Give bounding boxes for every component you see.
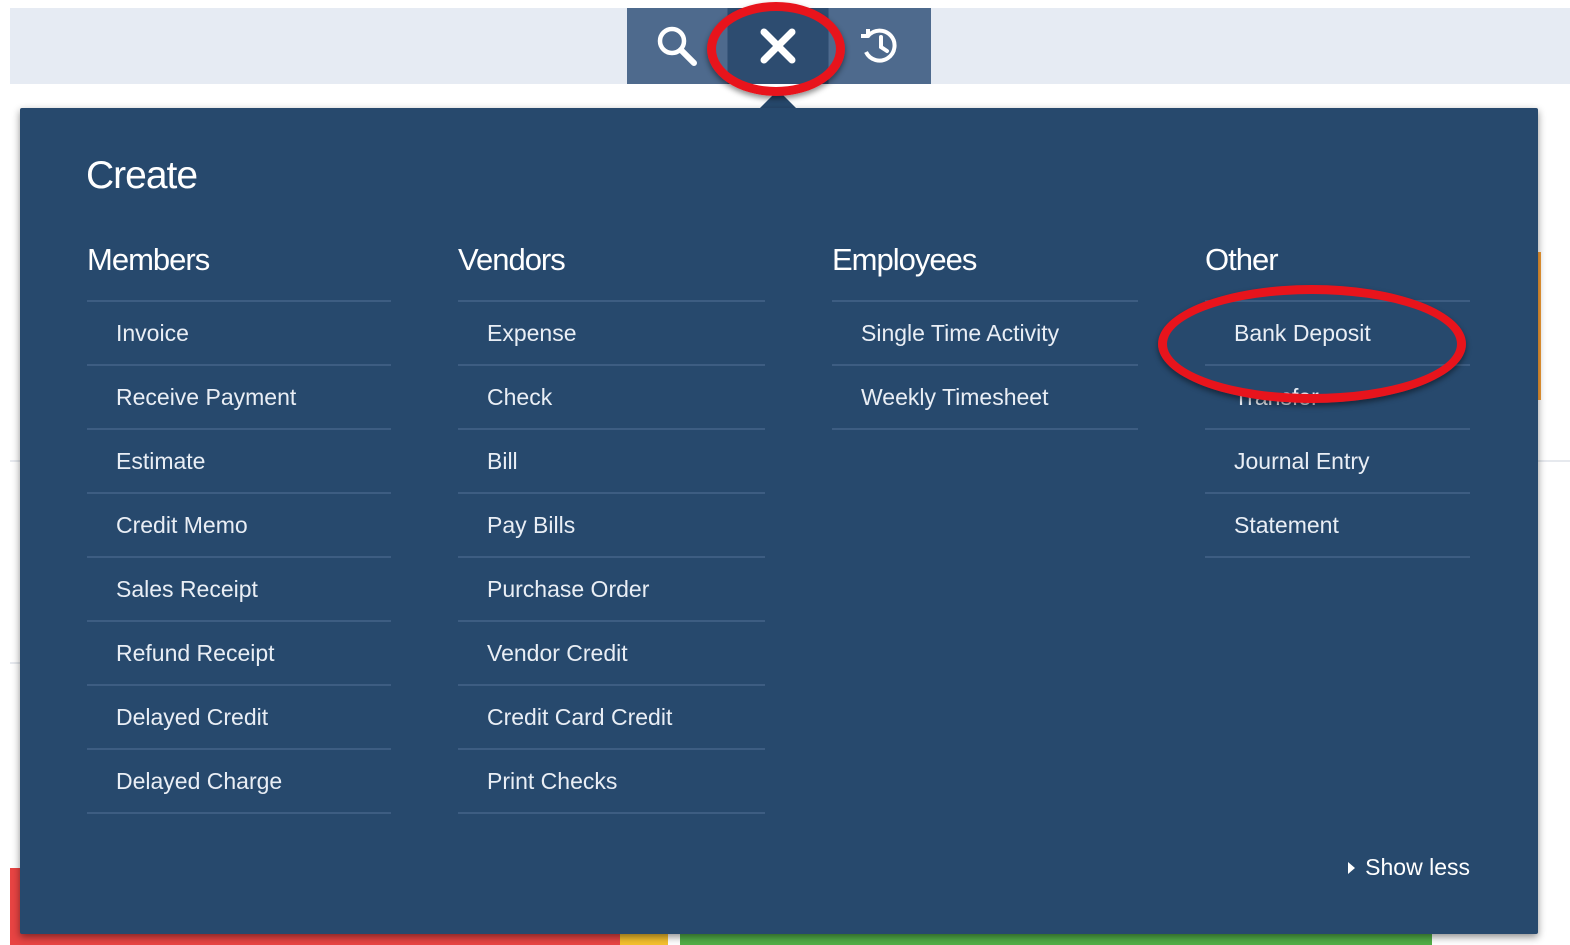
menu-item-transfer[interactable]: Transfer	[1205, 366, 1470, 430]
recent-transactions-icon	[861, 28, 897, 63]
column-heading-vendors: Vendors	[458, 240, 765, 302]
menu-item-print-checks[interactable]: Print Checks	[458, 750, 765, 814]
menu-item-credit-memo[interactable]: Credit Memo	[87, 494, 391, 558]
menu-item-refund-receipt[interactable]: Refund Receipt	[87, 622, 391, 686]
close-create-menu-button[interactable]	[727, 8, 829, 84]
search-icon	[657, 26, 697, 66]
menu-item-delayed-charge[interactable]: Delayed Charge	[87, 750, 391, 814]
caret-right-icon	[1348, 861, 1356, 874]
panel-pointer	[760, 90, 796, 108]
menu-item-single-time-activity[interactable]: Single Time Activity	[832, 302, 1138, 366]
menu-item-bill[interactable]: Bill	[458, 430, 765, 494]
show-less-label: Show less	[1365, 854, 1470, 880]
menu-item-estimate[interactable]: Estimate	[87, 430, 391, 494]
menu-item-sales-receipt[interactable]: Sales Receipt	[87, 558, 391, 622]
create-menu-panel: Create Members Invoice Receive Payment E…	[20, 108, 1538, 934]
show-less-link[interactable]: Show less	[1348, 854, 1470, 881]
menu-item-bank-deposit[interactable]: Bank Deposit	[1205, 302, 1470, 366]
column-heading-employees: Employees	[832, 240, 1138, 302]
close-icon	[760, 28, 796, 64]
menu-item-delayed-credit[interactable]: Delayed Credit	[87, 686, 391, 750]
menu-item-purchase-order[interactable]: Purchase Order	[458, 558, 765, 622]
menu-item-invoice[interactable]: Invoice	[87, 302, 391, 366]
menu-item-expense[interactable]: Expense	[458, 302, 765, 366]
column-vendors: Vendors Expense Check Bill Pay Bills Pur…	[458, 240, 765, 814]
menu-item-pay-bills[interactable]: Pay Bills	[458, 494, 765, 558]
menu-item-journal-entry[interactable]: Journal Entry	[1205, 430, 1470, 494]
menu-item-check[interactable]: Check	[458, 366, 765, 430]
menu-item-receive-payment[interactable]: Receive Payment	[87, 366, 391, 430]
menu-item-credit-card-credit[interactable]: Credit Card Credit	[458, 686, 765, 750]
search-button[interactable]	[627, 8, 727, 84]
menu-item-vendor-credit[interactable]: Vendor Credit	[458, 622, 765, 686]
menu-item-statement[interactable]: Statement	[1205, 494, 1470, 558]
background-divider	[1538, 460, 1570, 462]
column-members: Members Invoice Receive Payment Estimate…	[87, 240, 391, 814]
column-other: Other Bank Deposit Transfer Journal Entr…	[1205, 240, 1470, 558]
column-heading-other: Other	[1205, 240, 1470, 302]
recent-transactions-button[interactable]	[829, 8, 931, 84]
global-toolbar	[627, 8, 931, 84]
menu-item-weekly-timesheet[interactable]: Weekly Timesheet	[832, 366, 1138, 430]
panel-title: Create	[86, 154, 198, 197]
column-heading-members: Members	[87, 240, 391, 302]
column-employees: Employees Single Time Activity Weekly Ti…	[832, 240, 1138, 430]
